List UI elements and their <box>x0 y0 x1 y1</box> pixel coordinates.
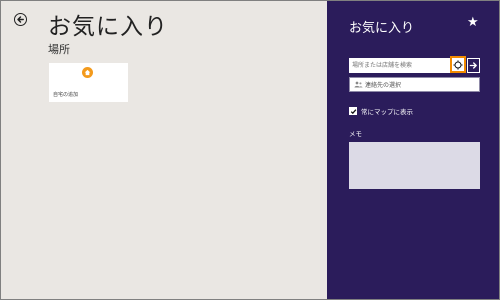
add-home-label: 自宅の追加 <box>53 92 79 98</box>
pane-title: お気に入り <box>349 21 415 36</box>
contact-select-field[interactable]: 連絡先の選択 <box>349 77 480 92</box>
page-title: お気に入り <box>48 14 168 40</box>
show-on-map-label: 常にマップに表示 <box>361 108 413 116</box>
home-icon <box>82 67 93 78</box>
star-icon[interactable]: ★ <box>467 16 479 29</box>
show-on-map-checkbox[interactable] <box>349 107 357 115</box>
show-on-map-option[interactable]: 常にマップに表示 <box>349 106 413 116</box>
contacts-icon <box>354 81 363 88</box>
place-search-input[interactable] <box>349 58 450 73</box>
places-section-label: 場所 <box>48 43 70 56</box>
memo-textarea[interactable] <box>349 142 480 189</box>
back-button[interactable] <box>14 13 27 26</box>
crosshair-icon <box>453 59 463 70</box>
app-window: お気に入り 場所 自宅の追加 お気に入り ★ 場所または店舗を検索 連絡先の選択… <box>1 1 499 299</box>
back-arrow-icon <box>17 16 24 23</box>
arrow-right-icon <box>469 62 477 69</box>
favorites-pane: お気に入り ★ 連絡先の選択 <box>327 1 499 299</box>
contact-select-label: 連絡先の選択 <box>365 82 402 89</box>
add-home-tile[interactable]: 自宅の追加 <box>49 63 128 102</box>
search-go-button[interactable] <box>467 58 480 73</box>
checkmark-icon <box>350 108 356 114</box>
memo-label: メモ <box>349 130 362 138</box>
locate-button[interactable] <box>450 56 466 73</box>
